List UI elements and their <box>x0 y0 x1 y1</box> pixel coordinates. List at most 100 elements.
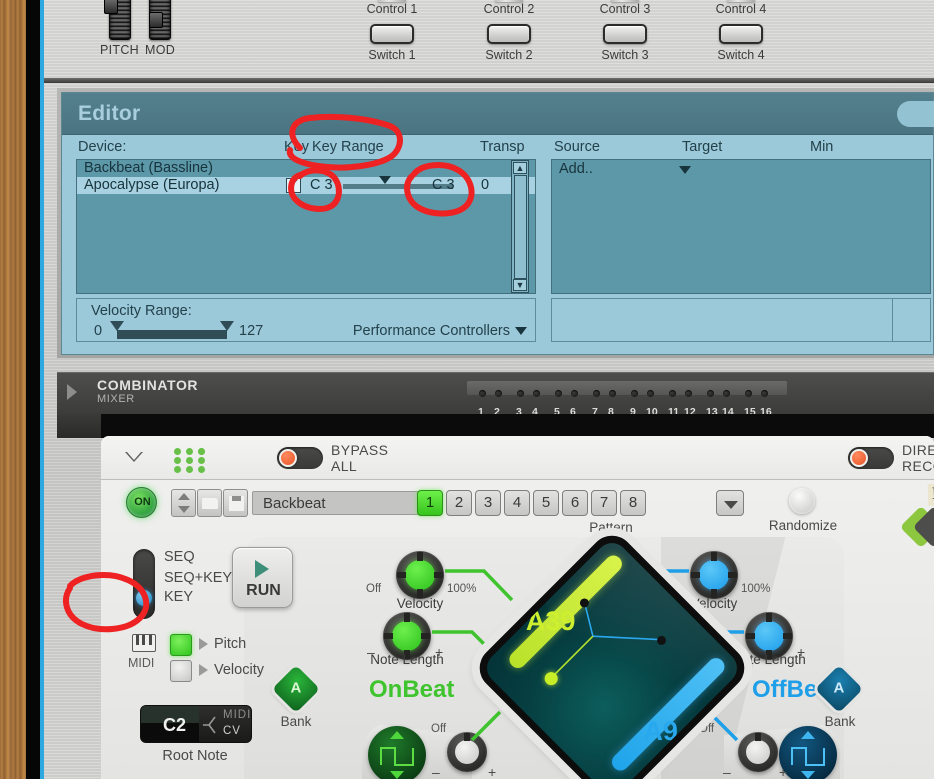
chevron-down-icon <box>515 327 527 336</box>
randomize-knob[interactable] <box>789 488 815 514</box>
patch-browse-button[interactable] <box>197 489 222 517</box>
patch-name-field[interactable]: Backbeat <box>252 491 424 515</box>
pattern-button-6[interactable]: 6 <box>562 490 588 516</box>
mod-wheel[interactable]: MOD <box>145 0 175 57</box>
chevron-down-icon[interactable] <box>679 166 691 174</box>
mod-wheel-track[interactable] <box>149 0 172 40</box>
pattern-dropdown-button[interactable] <box>716 490 744 516</box>
velocity-max-value[interactable]: 127 <box>239 323 263 339</box>
switch-3-button[interactable] <box>603 24 647 44</box>
play-triangle-icon <box>255 560 269 578</box>
switch-3[interactable]: Switch 3 <box>575 24 675 62</box>
onbeat-swing-min-label: – <box>432 764 440 779</box>
direct-record-toggle-knob[interactable] <box>850 449 868 467</box>
onbeat-waveform-button[interactable] <box>368 726 426 779</box>
scroll-up-icon[interactable]: ▲ <box>513 162 527 174</box>
combinator-mixer-rack[interactable]: COMBINATOR MIXER 1 2 3 4 5 6 7 8 9 10 11 12 13 14 15 16 <box>57 372 934 418</box>
pattern-button-2[interactable]: 2 <box>446 490 472 516</box>
editor-header-pill-button[interactable]: C <box>897 101 934 127</box>
midi-pitch-toggle[interactable] <box>170 634 192 656</box>
patch-save-button[interactable] <box>223 489 248 517</box>
switch-2-button[interactable] <box>487 24 531 44</box>
patch-updown-button[interactable] <box>171 489 196 517</box>
mode-option-seq-key[interactable]: SEQ+KEY <box>164 570 232 586</box>
bypass-all-toggle[interactable] <box>277 447 323 469</box>
device-list[interactable]: Backbeat (Bassline) Apocalypse (Europa) … <box>76 159 536 294</box>
scroll-down-icon[interactable]: ▼ <box>513 279 527 291</box>
offbeat-waveform-button[interactable] <box>779 726 837 779</box>
pitch-wheel[interactable]: PITCH <box>100 0 139 57</box>
key-range-high-value[interactable]: C 3 <box>432 177 455 193</box>
offbeat-velocity-max-label: 100% <box>741 583 771 595</box>
expand-triangle-icon[interactable] <box>67 384 77 400</box>
modulation-list[interactable]: Add.. <box>551 159 931 294</box>
root-note-display[interactable]: C2 MIDI CV <box>140 705 252 743</box>
control-2[interactable]: Control 2 <box>459 0 559 16</box>
bypass-all-toggle-knob[interactable] <box>279 449 297 467</box>
mixer-led <box>593 390 600 397</box>
mode-option-seq[interactable]: SEQ <box>164 549 195 565</box>
wave-up-arrow-icon[interactable] <box>801 731 815 739</box>
transpose-value[interactable]: 0 <box>481 177 489 193</box>
key-enable-checkbox[interactable] <box>286 176 301 193</box>
wave-down-arrow-icon[interactable] <box>801 771 815 779</box>
velocity-range-track[interactable] <box>117 330 227 339</box>
pitch-wheel-label: PITCH <box>100 43 139 57</box>
mixer-rack-shadow <box>57 414 934 438</box>
mod-wheel-handle[interactable] <box>149 12 163 28</box>
pattern-button-4[interactable]: 4 <box>504 490 530 516</box>
switch-4-button[interactable] <box>719 24 763 44</box>
pitch-wheel-handle[interactable] <box>104 0 118 14</box>
column-header-min: Min <box>810 139 834 155</box>
pattern-diamond-display[interactable]: A39 A9 <box>470 526 754 779</box>
direct-record-toggle[interactable] <box>848 447 894 469</box>
velocity-range-box: Velocity Range: 0 127 Performance Contro… <box>76 298 536 342</box>
table-row[interactable]: Apocalypse (Europa) C 3 C 3 0 <box>77 176 535 194</box>
mixer-led <box>761 390 768 397</box>
run-button[interactable]: RUN <box>232 547 293 608</box>
onbeat-note-value: A39 <box>525 606 576 637</box>
mixer-led-pair <box>707 384 739 402</box>
mode-option-key[interactable]: KEY <box>164 589 193 605</box>
switch-4[interactable]: Switch 4 <box>691 24 791 62</box>
switch-2[interactable]: Switch 2 <box>459 24 559 62</box>
key-range-low-value[interactable]: C 3 <box>310 177 333 193</box>
pitch-wheel-track[interactable] <box>104 0 131 40</box>
switch-1[interactable]: Switch 1 <box>342 24 442 62</box>
scrollbar-thumb[interactable] <box>514 175 527 279</box>
mode-selector-track[interactable] <box>133 549 155 619</box>
pattern-button-7[interactable]: 7 <box>591 490 617 516</box>
pattern-button-1[interactable]: 1 <box>417 490 443 516</box>
key-range-handle[interactable] <box>379 176 391 184</box>
modulation-add-row[interactable]: Add.. <box>552 160 930 180</box>
onbeat-swing-knob[interactable] <box>447 732 487 772</box>
onbeat-nl-notch-right <box>421 633 430 639</box>
column-header-key-range: Key Range <box>312 139 384 155</box>
control-4[interactable]: Control 4 <box>691 0 791 16</box>
wave-up-arrow-icon[interactable] <box>390 731 404 739</box>
chevron-up-icon <box>178 493 190 500</box>
logo-dot <box>186 457 193 464</box>
table-row[interactable]: Backbeat (Bassline) <box>77 160 535 177</box>
velocity-min-handle[interactable] <box>110 321 124 331</box>
onbeat-nl-notch-top <box>404 613 410 622</box>
velocity-max-handle[interactable] <box>220 321 234 331</box>
velocity-min-value[interactable]: 0 <box>94 323 102 339</box>
pattern-button-8[interactable]: 8 <box>620 490 646 516</box>
pattern-button-5[interactable]: 5 <box>533 490 559 516</box>
midi-velocity-toggle[interactable] <box>170 660 192 682</box>
switch-1-button[interactable] <box>370 24 414 44</box>
logo-dot <box>198 448 205 455</box>
pattern-button-3[interactable]: 3 <box>475 490 501 516</box>
tape-label: BACK <box>927 482 934 506</box>
offbeat-swing-knob[interactable] <box>738 732 778 772</box>
mode-selector-indicator[interactable] <box>136 590 152 606</box>
device-list-scrollbar[interactable]: ▲ ▼ <box>511 160 529 293</box>
onbeat-velocity-knob[interactable] <box>396 551 444 599</box>
control-1[interactable]: Control 1 <box>342 0 442 16</box>
performance-controllers-dropdown[interactable]: Performance Controllers <box>353 323 527 339</box>
device-on-button[interactable]: ON <box>126 487 157 518</box>
square-wave-icon <box>380 747 414 766</box>
control-3[interactable]: Control 3 <box>575 0 675 16</box>
wave-down-arrow-icon[interactable] <box>390 771 404 779</box>
